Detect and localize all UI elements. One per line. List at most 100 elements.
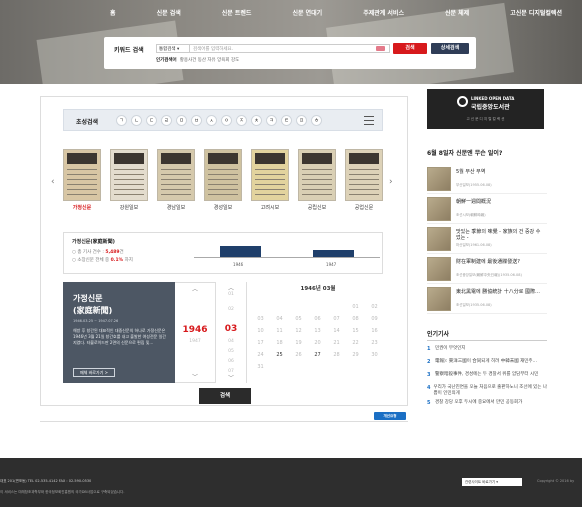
date-search-button[interactable]: 검색 — [199, 388, 251, 404]
calendar-day[interactable]: 16 — [365, 328, 384, 334]
list-item[interactable]: 5 경찰 강당 오후 두시에 중요에서 만민 공동회가 — [427, 400, 547, 409]
list-item[interactable]: 5월 부산 무역 부산일보(1955.06.08) — [427, 164, 547, 194]
calendar-day[interactable]: 06 — [308, 316, 327, 322]
article-thumbnail[interactable] — [427, 197, 451, 221]
search-scope-select[interactable]: 통합검색 ▾ — [156, 44, 190, 53]
nav-system[interactable]: 신문 체제 — [445, 8, 469, 17]
article-title[interactable]: 민권이 무엇인지 — [435, 346, 465, 355]
month-option[interactable]: 04 — [216, 339, 246, 344]
chevron-down-icon[interactable]: ﹀ — [175, 372, 215, 381]
list-item[interactable]: 東北黑電에 勝協統計 十八分로 國際… 조선일보(1935.06.08) — [427, 284, 547, 314]
popular-keywords[interactable]: 인기검색어 황용사건 동산 자유 앙육회 강도 — [156, 57, 239, 63]
nav-search[interactable]: 신문 검색 — [157, 8, 181, 17]
feedback-button[interactable]: 개선요청 — [374, 412, 406, 420]
chosung-chip[interactable]: ㅁ — [176, 115, 187, 126]
list-item[interactable]: 맛있는 季節의 味覺 - 家族의 건 중강 수 었는 - 마산일보(1961.06… — [427, 224, 547, 254]
chosung-chip[interactable]: ㅈ — [236, 115, 247, 126]
nav-chronicle[interactable]: 신문 연대기 — [293, 8, 323, 17]
list-item[interactable]: 3 警察暗殺事件, 경성에는 두 경찰서 위를 암담부터 시민 — [427, 372, 547, 381]
newspaper-thumbnail[interactable] — [204, 149, 242, 201]
newspaper-item[interactable]: 공업신문 — [345, 149, 383, 211]
calendar-day[interactable]: 12 — [289, 328, 308, 334]
calendar-day[interactable]: 04 — [270, 316, 289, 322]
newspaper-thumbnail[interactable] — [157, 149, 195, 201]
nav-topic-relation[interactable]: 주제관계 서비스 — [363, 8, 404, 17]
article-headline[interactable]: 맛있는 季節의 味覺 - 家族의 건 중강 수 었는 - — [456, 229, 546, 241]
calendar-day[interactable]: 27 — [308, 352, 327, 358]
prev-arrow-icon[interactable]: ‹ — [51, 177, 55, 187]
newspaper-thumbnail[interactable] — [298, 149, 336, 201]
calendar-day[interactable]: 17 — [251, 340, 270, 346]
search-button[interactable]: 검색 — [393, 43, 427, 54]
nav-digital-collection[interactable]: 고신문 디지털컬렉션 — [510, 8, 562, 17]
calendar-day[interactable]: 02 — [365, 304, 384, 310]
calendar-day[interactable]: 22 — [346, 340, 365, 346]
calendar-day[interactable]: 26 — [289, 352, 308, 358]
chosung-chip[interactable]: ㅍ — [296, 115, 307, 126]
article-thumbnail[interactable] — [427, 257, 451, 281]
nav-home[interactable]: 홈 — [110, 8, 116, 17]
article-headline[interactable]: 財在軍制建에 最後通牒發送? — [456, 259, 546, 265]
chosung-chip[interactable]: ㅅ — [206, 115, 217, 126]
list-item[interactable]: 4 우리가 국난진면을 오늘 처음으로 출판하노니 조선에 있는 나쁨이 인민의게 — [427, 385, 547, 396]
article-headline[interactable]: 朝鮮一週間概況 — [456, 199, 546, 205]
newspaper-item[interactable]: 가정신문 — [63, 149, 101, 211]
calendar-day[interactable]: 28 — [327, 352, 346, 358]
go-to-newspaper-button[interactable]: 매체 바로가기 > — [73, 368, 115, 377]
month-option[interactable]: 01 — [216, 292, 246, 297]
newspaper-item[interactable]: 고려시보 — [251, 149, 289, 211]
chosung-chip[interactable]: ㄴ — [131, 115, 142, 126]
article-headline[interactable]: 5월 부산 무역 — [456, 169, 546, 175]
chosung-chip[interactable]: ㄷ — [146, 115, 157, 126]
calendar-day[interactable]: 24 — [251, 352, 270, 358]
newspaper-item[interactable]: 경남일보 — [157, 149, 195, 211]
month-option[interactable]: 02 — [216, 307, 246, 312]
calendar-day[interactable]: 14 — [327, 328, 346, 334]
detail-search-button[interactable]: 상세검색 — [431, 43, 469, 54]
list-item[interactable]: 2 電報): 東洋三國이 合同되게 히려 中韓未國 재민주… — [427, 359, 547, 368]
article-thumbnail[interactable] — [427, 287, 451, 311]
search-input[interactable]: 검색어를 입력하세요. — [190, 44, 390, 53]
calendar-day[interactable]: 21 — [327, 340, 346, 346]
menu-icon[interactable] — [364, 116, 374, 125]
chosung-chip[interactable]: ㅋ — [266, 115, 277, 126]
calendar-day[interactable]: 19 — [289, 340, 308, 346]
calendar-day[interactable]: 01 — [346, 304, 365, 310]
article-thumbnail[interactable] — [427, 227, 451, 251]
article-title[interactable]: 電報): 東洋三國이 合同되게 히려 中韓未國 재민주… — [435, 359, 537, 368]
related-sites-select[interactable]: 관련사이트 바로가기 ▾ — [462, 478, 522, 486]
list-item[interactable]: 1 민권이 무엇인지 — [427, 346, 547, 355]
keyboard-icon[interactable] — [376, 46, 385, 51]
list-item[interactable]: 朝鮮一週間概況 조선시보(朝鮮時報) — [427, 194, 547, 224]
calendar-day[interactable]: 30 — [365, 352, 384, 358]
calendar-day[interactable]: 10 — [251, 328, 270, 334]
article-title[interactable]: 경찰 강당 오후 두시에 중요에서 만민 공동회가 — [435, 400, 522, 409]
month-option[interactable]: 06 — [216, 359, 246, 364]
newspaper-item[interactable]: 공립신보 — [298, 149, 336, 211]
month-option[interactable]: 05 — [216, 349, 246, 354]
year-picker[interactable]: ︿ 1946 1947 ﹀ — [175, 282, 215, 383]
chevron-up-icon[interactable]: ︿ — [175, 284, 215, 293]
newspaper-item[interactable]: 경성일보 — [204, 149, 242, 211]
calendar-day[interactable]: 08 — [346, 316, 365, 322]
next-year[interactable]: 1947 — [175, 339, 215, 344]
newspaper-item[interactable]: 강원일보 — [110, 149, 148, 211]
newspaper-thumbnail[interactable] — [63, 149, 101, 201]
calendar-day[interactable]: 20 — [308, 340, 327, 346]
list-item[interactable]: 財在軍制建에 最後通牒發送? 조선중앙일보(朝鮮中央日報)(1935.06.08) — [427, 254, 547, 284]
article-title[interactable]: 警察暗殺事件, 경성에는 두 경찰서 위를 암담부터 시민 — [435, 372, 538, 381]
chosung-chip[interactable]: ㅌ — [281, 115, 292, 126]
article-title[interactable]: 우리가 국난진면을 오늘 처음으로 출판하노니 조선에 있는 나쁨이 인민의게 — [434, 385, 548, 396]
newspaper-thumbnail[interactable] — [110, 149, 148, 201]
chosung-chip[interactable]: ㅊ — [251, 115, 262, 126]
article-headline[interactable]: 東北黑電에 勝協統計 十八分로 國際… — [456, 289, 546, 295]
nav-trend[interactable]: 신문 트렌드 — [222, 8, 252, 17]
chosung-chip[interactable]: ㅎ — [311, 115, 322, 126]
chosung-chip[interactable]: ㅇ — [221, 115, 232, 126]
calendar-day[interactable]: 18 — [270, 340, 289, 346]
calendar-day[interactable]: 15 — [346, 328, 365, 334]
article-thumbnail[interactable] — [427, 167, 451, 191]
calendar-day[interactable]: 07 — [327, 316, 346, 322]
chosung-chip[interactable]: ㅂ — [191, 115, 202, 126]
calendar-day[interactable]: 13 — [308, 328, 327, 334]
